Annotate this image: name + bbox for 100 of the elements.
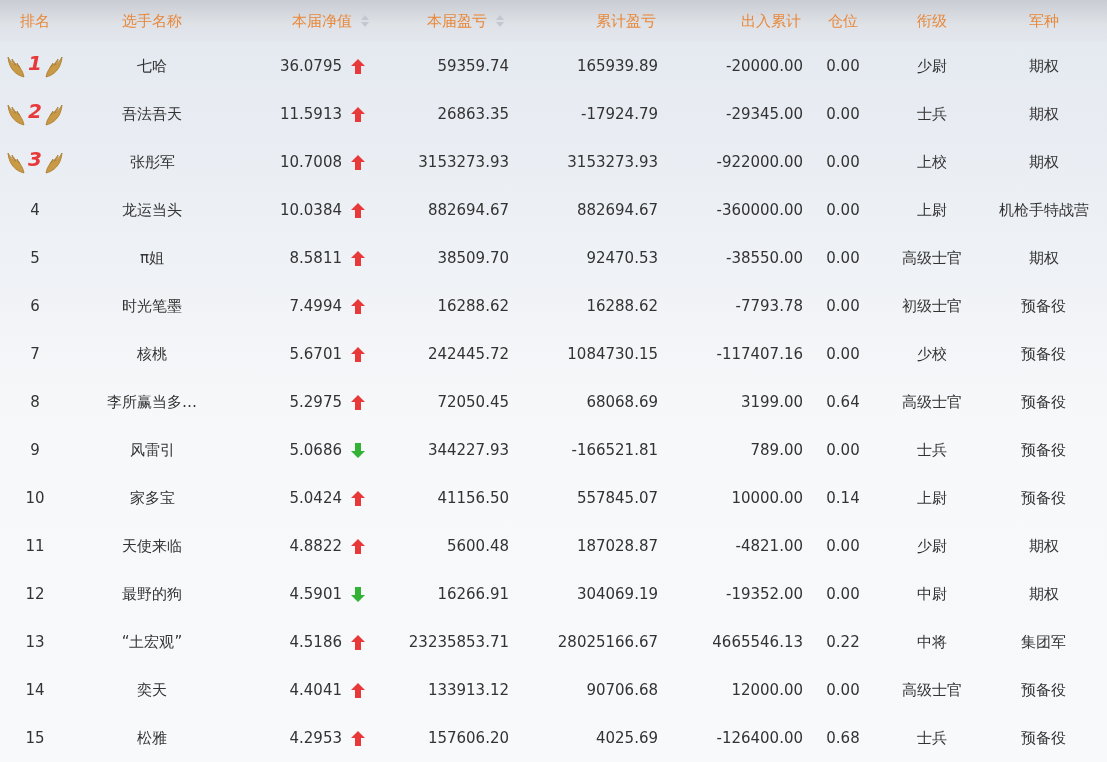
table-cell: 3199.00 — [740, 393, 803, 411]
column-header: 仓位 — [828, 11, 858, 31]
table-cell: 预备役 — [1021, 440, 1066, 460]
table-cell: 0.14 — [826, 489, 860, 507]
table-cell: 4025.69 — [595, 729, 658, 747]
column-header[interactable]: 本届净值 — [292, 11, 352, 31]
table-cell: 3153273.93 — [418, 153, 509, 171]
sort-icon[interactable] — [360, 14, 370, 28]
table-cell: -20000.00 — [726, 57, 803, 75]
player-name: 吾法吾天 — [122, 104, 182, 124]
table-cell: 士兵 — [916, 104, 947, 124]
table-cell: 中将 — [916, 632, 947, 652]
table-cell: -922000.00 — [716, 153, 803, 171]
rank-number: 1 — [28, 51, 42, 75]
rank-number: 3 — [28, 147, 42, 171]
table-cell: 期权 — [1028, 152, 1059, 172]
rank-number: 12 — [25, 585, 45, 603]
table-cell: 1084730.15 — [567, 345, 658, 363]
table-cell: 机枪手特战营 — [998, 200, 1089, 220]
player-name: 最野的狗 — [122, 584, 182, 604]
column-header[interactable]: 本届盈亏 — [427, 11, 487, 31]
table-cell: 期权 — [1028, 248, 1059, 268]
table-cell: 上尉 — [916, 488, 947, 508]
table-cell: 133913.12 — [427, 681, 509, 699]
table-cell: 0.68 — [826, 729, 860, 747]
rank-number: 15 — [25, 729, 45, 747]
table-cell: -4821.00 — [735, 537, 803, 555]
player-name: 七哈 — [137, 56, 167, 76]
table-cell: 0.00 — [826, 537, 860, 555]
net-value: 5.6701 — [289, 345, 342, 363]
net-value: 36.0795 — [279, 57, 342, 75]
table-cell: 789.00 — [750, 441, 803, 459]
table-cell: 士兵 — [916, 440, 947, 460]
column-header: 排名 — [20, 11, 50, 31]
table-cell: -126400.00 — [716, 729, 803, 747]
table-cell: 0.00 — [826, 57, 860, 75]
rank-number: 4 — [30, 201, 40, 219]
table-cell: 上校 — [916, 152, 947, 172]
net-value: 4.8822 — [289, 537, 342, 555]
table-cell: 预备役 — [1021, 392, 1066, 412]
table-cell: 高级士官 — [901, 392, 962, 412]
table-cell: -38550.00 — [726, 249, 803, 267]
table-cell: 68068.69 — [586, 393, 658, 411]
player-name: 核桃 — [137, 344, 167, 364]
table-cell: 期权 — [1028, 584, 1059, 604]
table-cell: 0.64 — [826, 393, 860, 411]
rank-number: 10 — [25, 489, 45, 507]
table-cell: 少尉 — [916, 536, 947, 556]
table-cell: 10000.00 — [731, 489, 803, 507]
net-value: 4.4041 — [289, 681, 342, 699]
table-cell: 16288.62 — [437, 297, 509, 315]
net-value: 10.7008 — [279, 153, 342, 171]
table-cell: 12000.00 — [731, 681, 803, 699]
table-cell: 26863.35 — [437, 105, 509, 123]
table-cell: 高级士官 — [901, 248, 962, 268]
column-header: 军种 — [1028, 11, 1059, 31]
table-cell: 882694.67 — [576, 201, 658, 219]
net-value: 5.0424 — [289, 489, 342, 507]
player-name: 李所赢当多… — [107, 392, 197, 412]
table-cell: 882694.67 — [427, 201, 509, 219]
table-cell: 0.22 — [826, 633, 860, 651]
table-cell: 344227.93 — [427, 441, 509, 459]
rank-number: 14 — [25, 681, 45, 699]
sort-icon[interactable] — [495, 14, 505, 28]
rank-number: 6 — [30, 297, 40, 315]
table-cell: -29345.00 — [726, 105, 803, 123]
table-cell: 242445.72 — [427, 345, 509, 363]
player-name: 奕天 — [137, 680, 167, 700]
table-cell: 16266.91 — [437, 585, 509, 603]
rank-number: 11 — [25, 537, 45, 555]
table-cell: 0.00 — [826, 249, 860, 267]
net-value: 4.5186 — [289, 633, 342, 651]
table-cell: 预备役 — [1021, 344, 1066, 364]
net-value: 4.5901 — [289, 585, 342, 603]
table-cell: 预备役 — [1021, 488, 1066, 508]
table-cell: 士兵 — [916, 728, 947, 748]
table-cell: 92470.53 — [586, 249, 658, 267]
table-cell: 157606.20 — [427, 729, 509, 747]
table-cell: -7793.78 — [735, 297, 803, 315]
table-cell: 中尉 — [916, 584, 947, 604]
table-cell: 90706.68 — [586, 681, 658, 699]
table-cell: 期权 — [1028, 536, 1059, 556]
rank-number: 9 — [30, 441, 40, 459]
player-name: 时光笔墨 — [122, 296, 182, 316]
table-cell: 0.00 — [826, 681, 860, 699]
table-cell: -17924.79 — [581, 105, 658, 123]
player-name: 家多宝 — [129, 488, 175, 508]
table-cell: 28025166.67 — [557, 633, 658, 651]
table-cell: 集团军 — [1021, 632, 1066, 652]
table-cell: 高级士官 — [901, 680, 962, 700]
table-cell: 23235853.71 — [408, 633, 509, 651]
table-cell: 3153273.93 — [567, 153, 658, 171]
table-cell: -117407.16 — [716, 345, 803, 363]
table-cell: 16288.62 — [586, 297, 658, 315]
rank-number: 5 — [30, 249, 40, 267]
table-cell: 0.00 — [826, 345, 860, 363]
column-header: 衔级 — [916, 11, 947, 31]
table-cell: -360000.00 — [716, 201, 803, 219]
table-cell: 0.00 — [826, 153, 860, 171]
net-value: 11.5913 — [279, 105, 342, 123]
